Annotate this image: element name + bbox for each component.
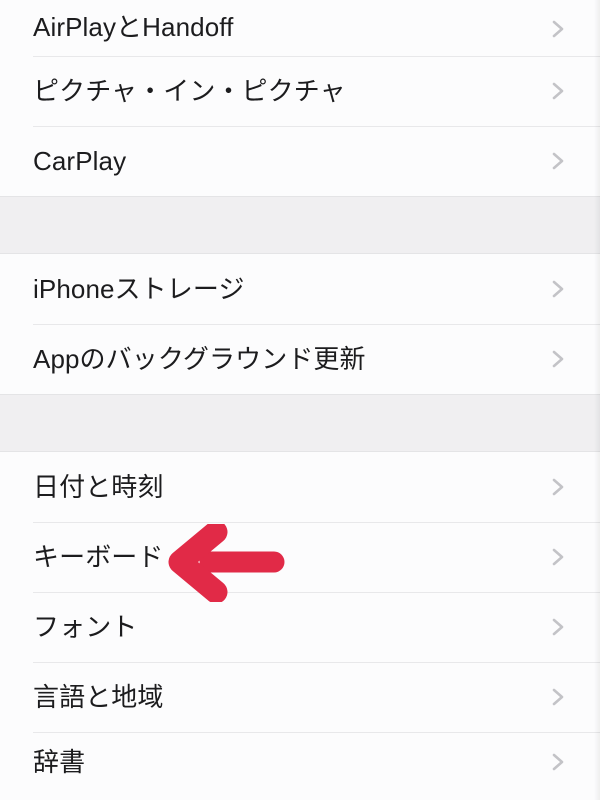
chevron-right-icon (550, 346, 566, 372)
settings-row-label: 辞書 (33, 747, 550, 777)
settings-group-media: AirPlayとHandoff ピクチャ・イン・ピクチャ CarPlay (0, 0, 600, 196)
settings-row-label: 言語と地域 (33, 682, 550, 712)
settings-row-airplay-handoff[interactable]: AirPlayとHandoff (0, 0, 600, 56)
settings-row-fonts[interactable]: フォント (0, 592, 600, 662)
settings-row-carplay[interactable]: CarPlay (0, 126, 600, 196)
settings-group-storage: iPhoneストレージ Appのバックグラウンド更新 (0, 254, 600, 394)
settings-row-background-app-refresh[interactable]: Appのバックグラウンド更新 (0, 324, 600, 394)
settings-row-label: 日付と時刻 (33, 472, 550, 502)
settings-row-label: Appのバックグラウンド更新 (33, 344, 550, 374)
settings-row-keyboard[interactable]: キーボード (0, 522, 600, 592)
settings-row-label: CarPlay (33, 146, 550, 176)
group-separator-gap (0, 196, 600, 254)
chevron-right-icon (550, 276, 566, 302)
settings-row-date-and-time[interactable]: 日付と時刻 (0, 452, 600, 522)
settings-screen: AirPlayとHandoff ピクチャ・イン・ピクチャ CarPlay (0, 0, 600, 800)
settings-row-label: フォント (33, 612, 550, 642)
chevron-right-icon (550, 78, 566, 104)
settings-row-dictionary[interactable]: 辞書 (0, 732, 600, 792)
settings-list: AirPlayとHandoff ピクチャ・イン・ピクチャ CarPlay (0, 0, 600, 792)
settings-row-label: ピクチャ・イン・ピクチャ (33, 76, 550, 106)
chevron-right-icon (550, 148, 566, 174)
settings-row-iphone-storage[interactable]: iPhoneストレージ (0, 254, 600, 324)
chevron-right-icon (550, 16, 566, 42)
chevron-right-icon (550, 544, 566, 570)
chevron-right-icon (550, 684, 566, 710)
settings-row-label: キーボード (33, 542, 550, 572)
settings-row-label: iPhoneストレージ (33, 274, 550, 304)
chevron-right-icon (550, 749, 566, 775)
settings-row-picture-in-picture[interactable]: ピクチャ・イン・ピクチャ (0, 56, 600, 126)
settings-group-localization: 日付と時刻 キーボード フォント (0, 452, 600, 792)
chevron-right-icon (550, 614, 566, 640)
chevron-right-icon (550, 474, 566, 500)
settings-row-language-and-region[interactable]: 言語と地域 (0, 662, 600, 732)
settings-row-label: AirPlayとHandoff (33, 12, 550, 42)
group-separator-gap (0, 394, 600, 452)
